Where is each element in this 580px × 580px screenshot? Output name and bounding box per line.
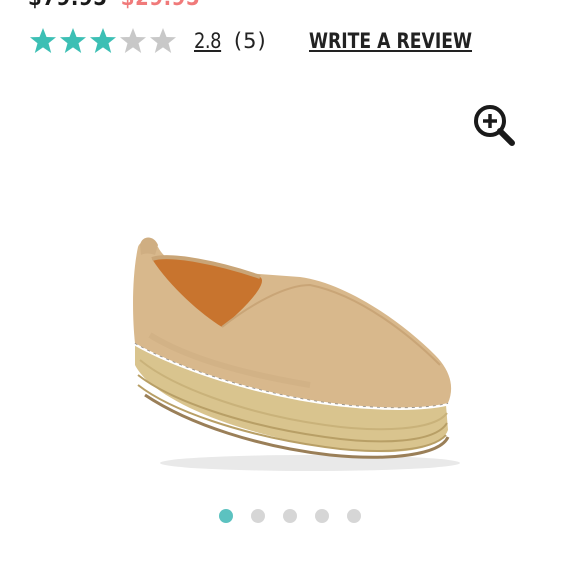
review-count: (5) (233, 29, 267, 53)
carousel-dot[interactable] (315, 509, 329, 523)
star-filled-icon (90, 28, 116, 53)
carousel-dot[interactable] (219, 509, 233, 523)
carousel-dot[interactable] (347, 509, 361, 523)
carousel-pagination (0, 509, 580, 523)
star-rating (28, 26, 178, 56)
zoom-in-icon[interactable] (472, 103, 516, 147)
carousel-dot[interactable] (251, 509, 265, 523)
rating-row: 2.8 (5) WRITE A REVIEW (28, 22, 507, 60)
rating-value-link[interactable]: 2.8 (194, 29, 222, 53)
write-review-link[interactable]: WRITE A REVIEW (309, 29, 472, 53)
star-empty-icon (150, 28, 176, 53)
star-empty-icon (120, 28, 146, 53)
price-row: $79.95 $29.95 (28, 0, 200, 11)
star-filled-icon (30, 28, 56, 53)
carousel-dot[interactable] (283, 509, 297, 523)
current-price: $79.95 (28, 0, 107, 11)
product-image[interactable] (110, 225, 470, 485)
star-filled-icon (60, 28, 86, 53)
sale-price: $29.95 (121, 0, 200, 11)
espadrille-shoe-image (133, 237, 460, 471)
